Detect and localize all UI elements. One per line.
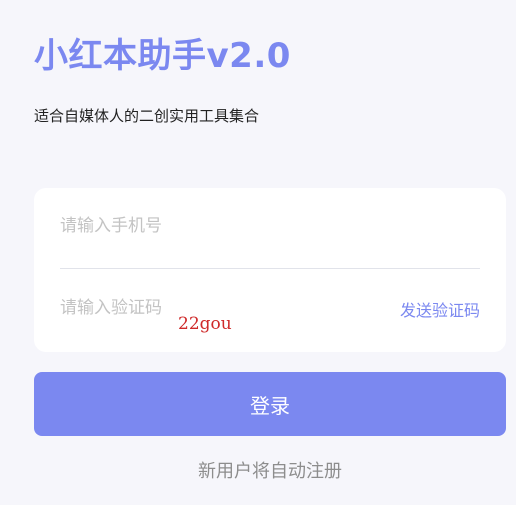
watermark-text: 22gou — [178, 314, 232, 334]
phone-input[interactable] — [60, 212, 480, 240]
login-form-card: 发送验证码 — [34, 188, 506, 352]
field-divider — [60, 268, 480, 269]
page-subtitle: 适合自媒体人的二创实用工具集合 — [34, 107, 260, 125]
page-title: 小红本助手v2.0 — [34, 36, 291, 76]
login-button[interactable]: 登录 — [34, 372, 506, 436]
send-code-button[interactable]: 发送验证码 — [400, 299, 480, 323]
auto-register-note: 新用户将自动注册 — [198, 461, 342, 482]
